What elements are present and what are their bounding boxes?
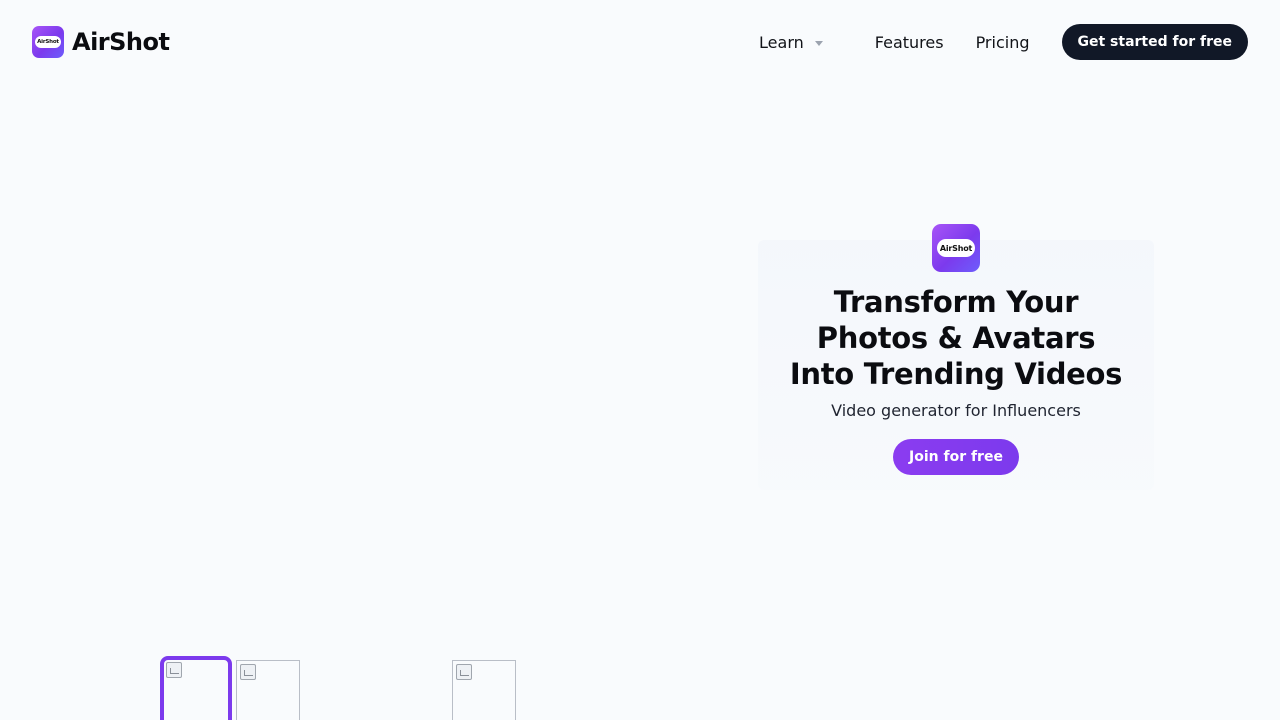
nav-learn-label: Learn: [759, 32, 804, 52]
hero-subtitle: Video generator for Influencers: [831, 401, 1081, 420]
hero-title-line: Transform Your: [833, 285, 1079, 319]
airshot-app-icon: AirShot: [932, 224, 980, 272]
hero-title-line: Photos & Avatars: [816, 321, 1096, 355]
logo-cloud: AirShot: [35, 36, 61, 48]
hero-title-line: Into Trending Videos: [789, 357, 1123, 391]
get-started-button[interactable]: Get started for free: [1061, 24, 1248, 60]
main-nav: Learn Features Pricing Get started for f…: [759, 24, 1248, 60]
hero-logo-cloud: AirShot: [937, 239, 975, 257]
broken-image-icon: [456, 664, 472, 680]
chevron-down-icon: [814, 40, 823, 46]
hero-title: Transform Your Photos & Avatars Into Tre…: [776, 284, 1136, 392]
airshot-logo-icon: AirShot: [32, 26, 64, 58]
hero-section: AirShot Transform Your Photos & Avatars …: [756, 224, 1156, 475]
brand-logo-link[interactable]: AirShot AirShot: [32, 26, 170, 58]
thumbnail-selected[interactable]: [160, 656, 232, 720]
nav-features-link[interactable]: Features: [875, 33, 944, 52]
nav-pricing-link[interactable]: Pricing: [976, 33, 1030, 52]
brand-name: AirShot: [72, 28, 170, 56]
thumbnail[interactable]: [236, 660, 300, 720]
site-header: AirShot AirShot Learn Features Pricing G…: [0, 0, 1280, 84]
thumbnail[interactable]: [452, 660, 516, 720]
join-for-free-button[interactable]: Join for free: [893, 439, 1019, 475]
nav-learn-dropdown[interactable]: Learn: [759, 33, 823, 52]
broken-image-icon: [166, 662, 182, 678]
broken-image-icon: [240, 664, 256, 680]
